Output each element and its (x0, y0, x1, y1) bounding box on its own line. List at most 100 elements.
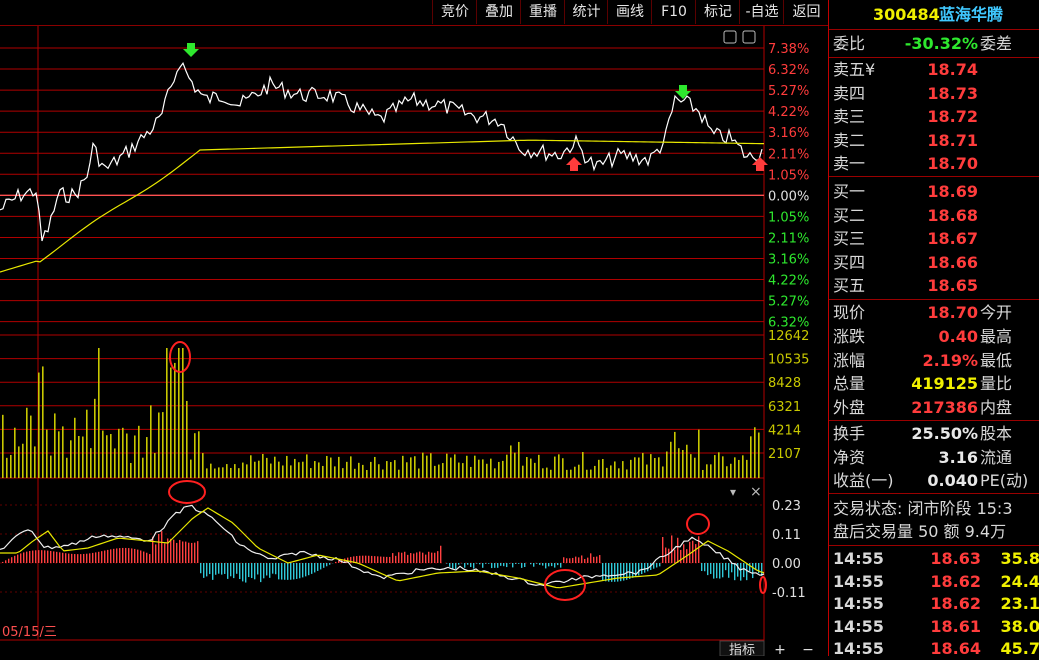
macd-bar (248, 563, 249, 577)
volume-bar (646, 465, 648, 478)
macd-bar (536, 563, 537, 564)
macd-bar (359, 556, 360, 563)
macd-bar (362, 556, 363, 563)
overlay-button[interactable]: 叠加 (476, 0, 521, 24)
volume-bar (422, 453, 424, 478)
macd-bar (296, 563, 297, 579)
macd-bar (518, 563, 519, 564)
macd-bar (41, 550, 42, 563)
macd-bar (134, 549, 135, 563)
volume-bar (338, 457, 340, 478)
ask-level-5-value: 18.74 (927, 58, 978, 81)
volume-bar (6, 458, 8, 478)
volume-bar (518, 442, 520, 478)
macd-bar (413, 554, 414, 563)
macd-bar (743, 563, 744, 577)
macd-label: -0.11 (772, 586, 806, 601)
volume-bar (354, 469, 356, 478)
remove-watchlist-button[interactable]: -自选 (739, 0, 784, 24)
volume-bar (434, 466, 436, 478)
macd-bar (524, 563, 525, 567)
mark-button[interactable]: 标记 (695, 0, 740, 24)
trade-status: 交易状态: 闭市阶段 15:3 (833, 497, 1039, 520)
volume-bar (234, 464, 236, 478)
quote-0-label: 现价 (833, 301, 865, 324)
bid-level-2-label: 买二 (833, 204, 865, 227)
draw-line-button[interactable]: 画线 (607, 0, 652, 24)
volume-bar (274, 457, 276, 478)
volume-bar (70, 440, 72, 478)
macd-bar (56, 552, 57, 563)
volume-bar (222, 467, 224, 478)
volume-bar (250, 455, 252, 478)
bid-level-3-value: 18.67 (927, 227, 978, 250)
volume-bar (670, 442, 672, 478)
volume-bar (558, 454, 560, 478)
macd-bar (263, 563, 264, 578)
volume-bar (702, 470, 704, 478)
statistics-button[interactable]: 统计 (564, 0, 608, 24)
volume-bar (166, 348, 168, 478)
macd-bar (719, 563, 720, 579)
macd-bar (371, 556, 372, 563)
macd-bar (260, 563, 261, 582)
volume-label: 8428 (768, 376, 801, 391)
stat-1: 净资3.16流通 (833, 446, 1039, 469)
macd-bar (599, 555, 600, 563)
macd-bar (470, 563, 471, 567)
macd-bar (317, 563, 318, 571)
volume-bar (198, 431, 200, 478)
macd-bar (428, 552, 429, 563)
macd-bar (200, 563, 201, 573)
volume-bar (734, 457, 736, 478)
quote-2-value: 2.19% (922, 349, 978, 372)
bid-level-4: 买四18.66 (833, 251, 1039, 274)
macd-bar (281, 563, 282, 580)
volume-bar (718, 452, 720, 478)
macd-bar (482, 563, 483, 568)
volume-bar (294, 459, 296, 478)
macd-bar (311, 563, 312, 574)
macd-bar (500, 563, 501, 566)
macd-bar (605, 563, 606, 581)
volume-bar (534, 463, 536, 478)
macd-bar (179, 540, 180, 563)
volume-bar (506, 455, 508, 478)
intraday-chart[interactable]: 7.38%6.32%5.27%4.22%3.16%2.11%1.05%0.00%… (0, 0, 828, 656)
volume-label: 4214 (768, 423, 801, 438)
back-button[interactable]: 返回 (783, 0, 829, 24)
macd-bar (368, 556, 369, 563)
volume-bar (686, 445, 688, 478)
volume-bar (522, 466, 524, 478)
quote-1-label2: 最高 (980, 325, 1039, 348)
volume-bar (482, 459, 484, 478)
replay-button[interactable]: 重播 (520, 0, 565, 24)
auction-button[interactable]: 竞价 (432, 0, 477, 24)
dropdown-icon: ▾ (730, 485, 736, 499)
volume-bar (634, 457, 636, 478)
macd-bar (530, 563, 531, 564)
volume-bar (466, 456, 468, 478)
price-pct-label-down: 3.16% (768, 253, 809, 268)
bid-level-2: 买二18.68 (833, 204, 1039, 227)
tick-price: 18.64 (925, 637, 981, 660)
macd-bar (449, 563, 450, 567)
volume-bar (730, 464, 732, 478)
volume-bar (114, 448, 116, 478)
zoom-minus-button: − (802, 642, 814, 656)
tick-volume: 35.8 (1001, 547, 1039, 570)
volume-bar (538, 455, 540, 478)
volume-label: 6321 (768, 400, 801, 415)
volume-bar (314, 461, 316, 478)
volume-bar (50, 456, 52, 478)
ask-level-2: 卖二18.71 (833, 129, 1039, 152)
volume-bar (94, 399, 96, 478)
macd-bar (245, 563, 246, 583)
f10-button[interactable]: F10 (651, 0, 696, 24)
trade-status-text: 交易状态: 闭市阶段 15:3 (833, 497, 1013, 520)
volume-bar (58, 431, 60, 478)
volume-bar (346, 462, 348, 478)
volume-bar (134, 435, 136, 478)
volume-bar (142, 458, 144, 478)
macd-bar (149, 554, 150, 563)
